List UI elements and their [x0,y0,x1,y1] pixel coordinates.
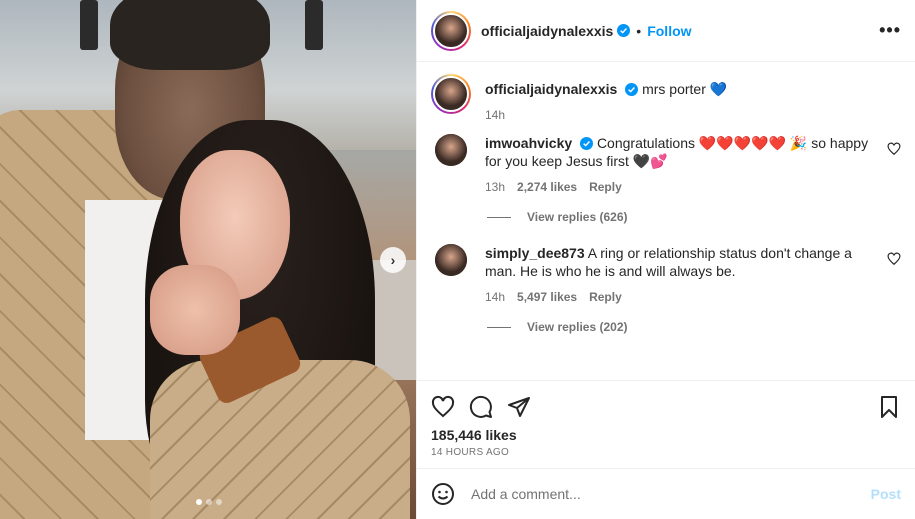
follow-button[interactable]: Follow [647,23,691,39]
photo-hand [150,265,240,355]
post-header: officialjaidynalexxis • Follow ••• [417,0,915,62]
view-replies-label: View replies (202) [527,320,628,334]
verified-icon [625,83,639,96]
like-heart-icon[interactable] [431,395,455,419]
carousel-dot [206,499,212,505]
commenter-avatar[interactable] [435,134,467,166]
photo-woman-coat [150,360,410,519]
comment-bubble-icon[interactable] [469,395,493,419]
view-replies-label: View replies (626) [527,210,628,224]
carousel-dot [196,499,202,505]
view-replies-button[interactable]: View replies (202) [487,320,901,334]
post-panel: officialjaidynalexxis • Follow ••• offic… [416,0,915,519]
comments-list: officialjaidynalexxis mrs porter 💙 14h i… [417,62,915,381]
heart-icon[interactable] [887,252,901,266]
reply-button[interactable]: Reply [589,288,622,306]
comment-input[interactable] [471,486,871,502]
chevron-right-icon: › [390,252,396,268]
author-username[interactable]: officialjaidynalexxis [481,23,613,39]
comment-username[interactable]: imwoahvicky [485,135,572,151]
photo-lamp [80,0,98,50]
verified-icon [617,24,631,37]
photo-man-hair [110,0,270,70]
photo-lamp [305,0,323,50]
comment-likes[interactable]: 5,497 likes [517,288,577,306]
comment-username[interactable]: simply_dee873 [485,245,585,261]
post-comment-button[interactable]: Post [871,486,901,502]
verified-icon [580,137,594,150]
comment-composer: Post [417,469,915,519]
commenter-avatar[interactable] [435,244,467,276]
carousel-next-button[interactable]: › [380,247,406,273]
reply-button[interactable]: Reply [589,178,622,196]
caption-time: 14h [485,108,506,122]
share-send-icon[interactable] [507,395,531,419]
post-photo: › [0,0,416,519]
comment-likes[interactable]: 2,274 likes [517,178,577,196]
emoji-icon[interactable] [431,482,455,506]
action-bar [417,381,915,433]
comment: imwoahvicky Congratulations ❤️❤️❤️❤️❤️ 🎉… [431,134,901,196]
author-avatar[interactable] [431,74,471,114]
comment-time: 13h [485,180,506,194]
comment-time: 14h [485,290,506,304]
carousel-dots [196,499,222,505]
comment: simply_dee873 A ring or relationship sta… [431,244,901,306]
caption-text: mrs porter 💙 [642,81,728,97]
heart-icon[interactable] [887,142,901,156]
view-replies-button[interactable]: View replies (626) [487,210,901,224]
post-timestamp: 14 HOURS AGO [417,443,915,469]
separator-dot: • [636,22,642,39]
more-options-icon[interactable]: ••• [879,20,901,41]
caption-username[interactable]: officialjaidynalexxis [485,81,617,97]
caption: officialjaidynalexxis mrs porter 💙 14h [431,74,901,124]
carousel-dot [216,499,222,505]
bookmark-icon[interactable] [877,395,901,419]
likes-count[interactable]: 185,446 likes [417,427,915,443]
author-avatar[interactable] [431,10,471,51]
